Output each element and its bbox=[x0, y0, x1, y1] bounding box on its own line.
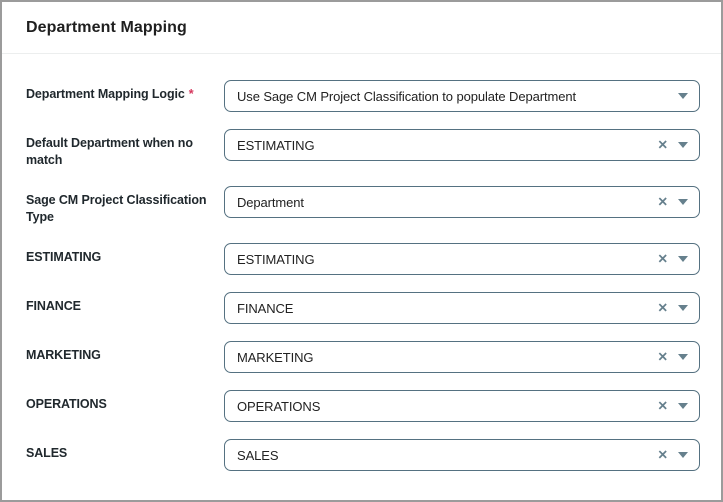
field-label-classification-type: Sage CM Project Classification Type bbox=[26, 193, 207, 224]
form-row: OPERATIONS OPERATIONS ✕ bbox=[26, 390, 700, 422]
chevron-down-icon[interactable] bbox=[678, 403, 688, 409]
chevron-down-icon[interactable] bbox=[678, 256, 688, 262]
form-row: SALES SALES ✕ bbox=[26, 439, 700, 471]
form-row: FINANCE FINANCE ✕ bbox=[26, 292, 700, 324]
dropdown-default-department[interactable]: ESTIMATING ✕ bbox=[224, 129, 700, 161]
selected-value: Use Sage CM Project Classification to po… bbox=[237, 88, 576, 104]
dropdown-estimating[interactable]: ESTIMATING ✕ bbox=[224, 243, 700, 275]
clear-icon[interactable]: ✕ bbox=[658, 196, 668, 209]
dropdown-department-mapping-logic[interactable]: Use Sage CM Project Classification to po… bbox=[224, 80, 700, 112]
field-label-text: Department Mapping Logic bbox=[26, 87, 185, 101]
selected-value: MARKETING bbox=[237, 349, 314, 365]
chevron-down-icon[interactable] bbox=[678, 93, 688, 99]
clear-icon[interactable]: ✕ bbox=[658, 253, 668, 266]
clear-icon[interactable]: ✕ bbox=[658, 351, 668, 364]
form-content: Department Mapping Logic * Use Sage CM Pr… bbox=[2, 54, 721, 471]
clear-icon[interactable]: ✕ bbox=[658, 400, 668, 413]
selected-value: OPERATIONS bbox=[237, 398, 321, 414]
form-row: ESTIMATING ESTIMATING ✕ bbox=[26, 243, 700, 275]
selected-value: Department bbox=[237, 194, 304, 210]
page-title: Department Mapping bbox=[26, 18, 187, 36]
field-label-sales: SALES bbox=[26, 446, 68, 460]
panel-header: Department Mapping bbox=[2, 2, 721, 54]
selected-value: SALES bbox=[237, 447, 279, 463]
dropdown-classification-type[interactable]: Department ✕ bbox=[224, 186, 700, 218]
field-label-estimating: ESTIMATING bbox=[26, 250, 102, 264]
required-asterisk: * bbox=[188, 87, 194, 101]
field-label-finance: FINANCE bbox=[26, 299, 81, 313]
field-label-marketing: MARKETING bbox=[26, 348, 101, 362]
chevron-down-icon[interactable] bbox=[678, 142, 688, 148]
field-label-default-department: Default Department when no match bbox=[26, 136, 193, 167]
form-row: Default Department when no match ESTIMAT… bbox=[26, 129, 700, 169]
form-row: MARKETING MARKETING ✕ bbox=[26, 341, 700, 373]
chevron-down-icon[interactable] bbox=[678, 452, 688, 458]
dropdown-finance[interactable]: FINANCE ✕ bbox=[224, 292, 700, 324]
field-label-department-mapping-logic: Department Mapping Logic * bbox=[26, 80, 224, 103]
dropdown-sales[interactable]: SALES ✕ bbox=[224, 439, 700, 471]
chevron-down-icon[interactable] bbox=[678, 199, 688, 205]
department-mapping-panel: Department Mapping Department Mapping Lo… bbox=[0, 0, 723, 502]
dropdown-marketing[interactable]: MARKETING ✕ bbox=[224, 341, 700, 373]
selected-value: FINANCE bbox=[237, 300, 294, 316]
dropdown-operations[interactable]: OPERATIONS ✕ bbox=[224, 390, 700, 422]
clear-icon[interactable]: ✕ bbox=[658, 302, 668, 315]
clear-icon[interactable]: ✕ bbox=[658, 449, 668, 462]
form-row: Department Mapping Logic * Use Sage CM Pr… bbox=[26, 80, 700, 112]
chevron-down-icon[interactable] bbox=[678, 354, 688, 360]
clear-icon[interactable]: ✕ bbox=[658, 139, 668, 152]
selected-value: ESTIMATING bbox=[237, 137, 315, 153]
form-row: Sage CM Project Classification Type Depa… bbox=[26, 186, 700, 226]
chevron-down-icon[interactable] bbox=[678, 305, 688, 311]
field-label-operations: OPERATIONS bbox=[26, 397, 107, 411]
selected-value: ESTIMATING bbox=[237, 251, 315, 267]
